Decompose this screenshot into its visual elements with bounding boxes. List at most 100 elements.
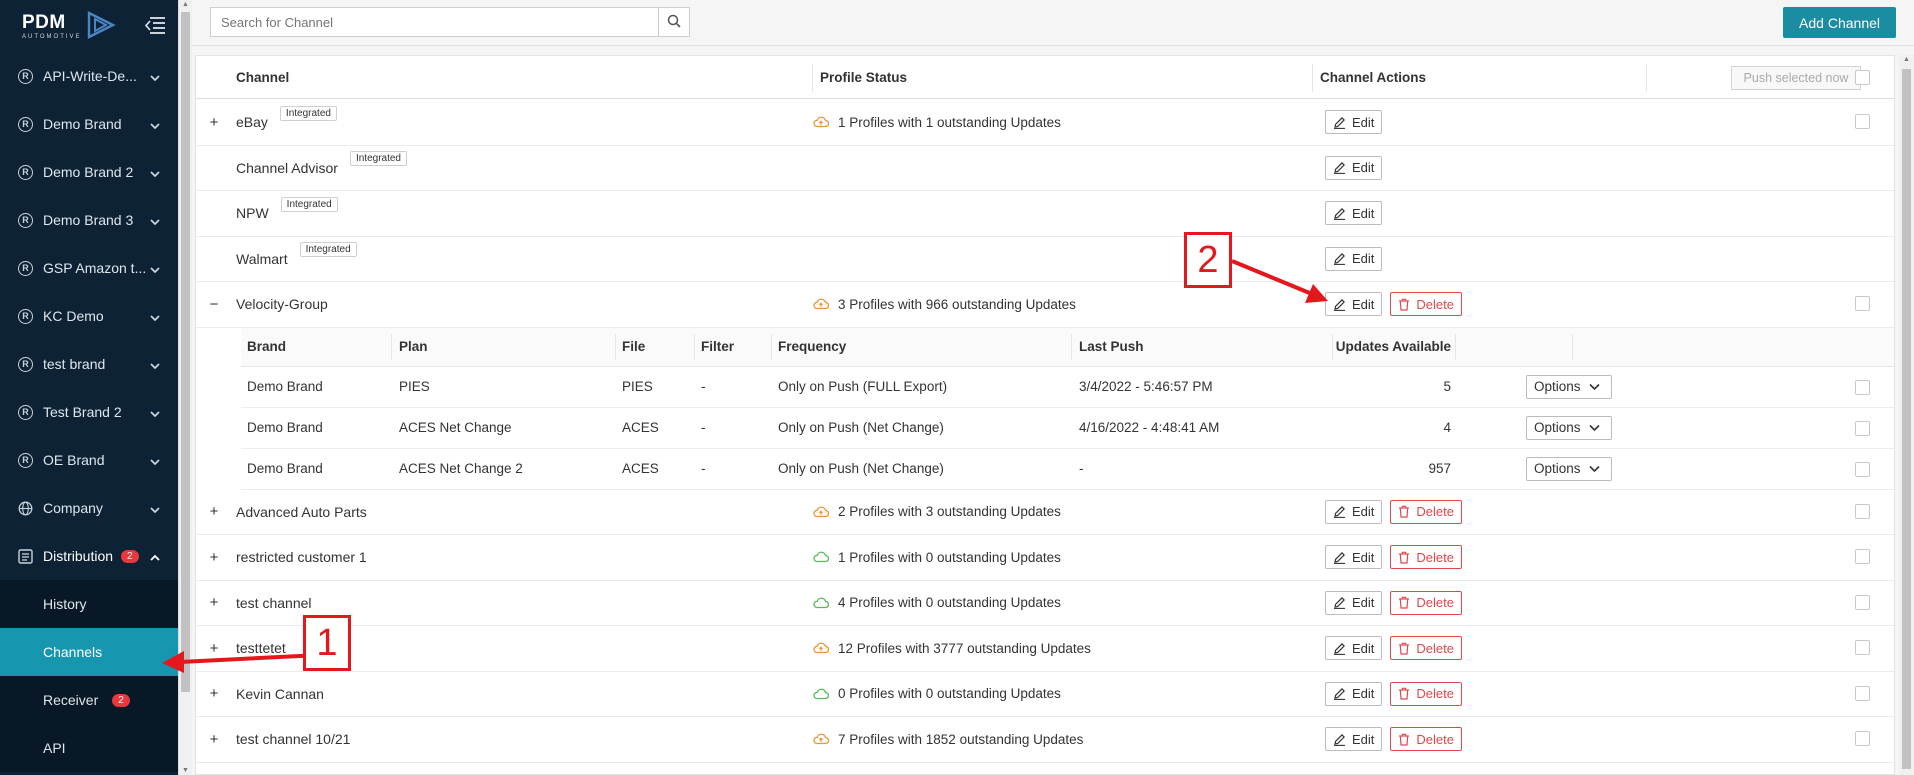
- sidebar-item-label: KC Demo: [43, 308, 104, 324]
- integrated-badge: Integrated: [349, 151, 407, 167]
- registered-icon: R: [18, 404, 33, 420]
- row-checkbox[interactable]: [1855, 731, 1870, 746]
- sidebar-subitem-channels[interactable]: Channels: [0, 628, 178, 676]
- edit-button[interactable]: Edit: [1325, 499, 1383, 524]
- edit-button[interactable]: Edit: [1325, 545, 1383, 570]
- expand-row-icon[interactable]: +: [208, 535, 220, 580]
- chevron-down-icon: [150, 309, 160, 325]
- edit-label: Edit: [1352, 160, 1375, 176]
- push-selected-button[interactable]: Push selected now: [1731, 66, 1861, 90]
- sidebar-item-demo-brand-2[interactable]: R Demo Brand 2: [0, 148, 178, 196]
- row-checkbox[interactable]: [1855, 503, 1870, 519]
- sidebar-item-demo-brand[interactable]: R Demo Brand: [0, 100, 178, 148]
- sidebar-item-oe-brand[interactable]: R OE Brand: [0, 436, 178, 484]
- sidebar-item-test-brand-2[interactable]: R Test Brand 2: [0, 388, 178, 436]
- registered-icon: R: [18, 260, 33, 276]
- edit-button[interactable]: Edit: [1325, 636, 1383, 661]
- delete-button[interactable]: Delete: [1390, 681, 1462, 706]
- pencil-icon: [1333, 551, 1352, 564]
- row-checkbox[interactable]: [1855, 296, 1870, 311]
- options-dropdown[interactable]: Options: [1526, 415, 1612, 440]
- sidebar-item-api-write-de[interactable]: R API-Write-De...: [0, 52, 178, 100]
- search-input[interactable]: [211, 8, 658, 36]
- edit-button[interactable]: Edit: [1325, 590, 1383, 615]
- channel-name: test channel 10/21: [236, 717, 350, 762]
- trash-icon: [1398, 596, 1416, 609]
- edit-button[interactable]: Edit: [1325, 292, 1383, 317]
- profile-brand: Demo Brand: [247, 420, 323, 435]
- row-checkbox[interactable]: [1855, 640, 1870, 655]
- sidebar-item-gsp-amazon-t[interactable]: R GSP Amazon t...: [0, 244, 178, 292]
- logo[interactable]: PDM AUTOMOTIVE: [0, 0, 178, 52]
- column-divider: [1071, 333, 1072, 360]
- add-channel-button[interactable]: Add Channel: [1783, 7, 1896, 38]
- edit-button[interactable]: Edit: [1325, 201, 1383, 226]
- options-label: Options: [1534, 461, 1581, 476]
- sidebar-item-kc-demo[interactable]: R KC Demo: [0, 292, 178, 340]
- profile-checkbox[interactable]: [1855, 379, 1870, 395]
- expand-row-icon[interactable]: +: [208, 626, 220, 671]
- row-checkbox[interactable]: [1855, 594, 1870, 610]
- delete-button[interactable]: Delete: [1390, 292, 1462, 317]
- distribution-badge: 2: [121, 549, 139, 563]
- edit-button[interactable]: Edit: [1325, 155, 1383, 180]
- search-button[interactable]: [658, 8, 689, 36]
- row-checkbox[interactable]: [1855, 685, 1870, 701]
- sidebar-subitem-history[interactable]: History: [0, 580, 178, 628]
- edit-button[interactable]: Edit: [1325, 246, 1383, 271]
- sidebar-scrollbar[interactable]: ▲ ▼: [178, 0, 192, 775]
- delete-button[interactable]: Delete: [1390, 499, 1462, 524]
- profile-checkbox[interactable]: [1855, 461, 1870, 477]
- column-divider: [694, 333, 695, 360]
- delete-button[interactable]: Delete: [1390, 636, 1462, 661]
- channel-name: testtetet: [236, 626, 286, 671]
- channel-name-text: Kevin Cannan: [236, 685, 324, 702]
- sidebar-scroll-thumb[interactable]: [181, 12, 190, 692]
- expand-row-icon[interactable]: +: [208, 581, 220, 626]
- edit-button[interactable]: Edit: [1325, 681, 1383, 706]
- registered-icon: R: [18, 164, 33, 180]
- edit-label: Edit: [1352, 114, 1375, 130]
- options-dropdown[interactable]: Options: [1526, 456, 1612, 481]
- sidebar-item-company[interactable]: Company: [0, 484, 178, 532]
- expand-row-icon[interactable]: +: [208, 490, 220, 535]
- callout-1: 1: [303, 615, 351, 671]
- select-all-checkbox[interactable]: [1855, 70, 1870, 85]
- registered-icon: R: [18, 452, 33, 468]
- expand-row-icon[interactable]: +: [208, 100, 220, 145]
- chevron-down-icon: [1581, 465, 1600, 473]
- main-scrollbar[interactable]: ▲: [1899, 55, 1914, 775]
- profile-checkbox[interactable]: [1855, 420, 1870, 436]
- delete-button[interactable]: Delete: [1390, 727, 1462, 752]
- sidebar-item-test-brand[interactable]: Rtest brand: [0, 340, 178, 388]
- sidebar-item-distribution[interactable]: Distribution 2: [0, 532, 178, 580]
- delete-label: Delete: [1416, 731, 1454, 747]
- options-dropdown[interactable]: Options: [1526, 374, 1612, 399]
- pencil-icon: [1333, 687, 1352, 701]
- expand-row-icon[interactable]: +: [208, 672, 220, 717]
- profile-status: 3 Profiles with 966 outstanding Updates: [813, 282, 1076, 327]
- scroll-up-arrow-icon[interactable]: ▲: [182, 1, 189, 8]
- row-checkbox[interactable]: [1855, 549, 1870, 564]
- edit-button[interactable]: Edit: [1325, 110, 1383, 135]
- sidebar-subitem-receiver[interactable]: Receiver 2: [0, 676, 178, 724]
- sidebar-item-label: Demo Brand: [43, 116, 122, 132]
- delete-button[interactable]: Delete: [1390, 590, 1462, 615]
- profiles-subtable-header: Brand Plan File Filter Frequency Last Push Upd…: [241, 327, 1894, 367]
- row-checkbox[interactable]: [1855, 114, 1870, 129]
- scroll-up-arrow-icon[interactable]: ▲: [1903, 56, 1910, 63]
- collapse-row-icon[interactable]: −: [208, 282, 220, 327]
- delete-button[interactable]: Delete: [1390, 545, 1462, 570]
- sidebar-item-demo-brand-3[interactable]: R Demo Brand 3: [0, 196, 178, 244]
- scroll-down-arrow-icon[interactable]: ▼: [182, 767, 189, 774]
- main-scroll-thumb[interactable]: [1902, 69, 1911, 769]
- trash-icon: [1398, 551, 1416, 564]
- expand-row-icon[interactable]: +: [208, 717, 220, 762]
- sidebar-subitem-api[interactable]: API: [0, 724, 178, 772]
- cloud-upload-icon: [813, 733, 829, 745]
- menu-collapse-icon[interactable]: [144, 16, 166, 37]
- integrated-badge: Integrated: [299, 242, 357, 258]
- channel-actions: Edit Delete: [1325, 490, 1466, 535]
- subheader-brand: Brand: [247, 339, 287, 354]
- edit-button[interactable]: Edit: [1325, 727, 1383, 752]
